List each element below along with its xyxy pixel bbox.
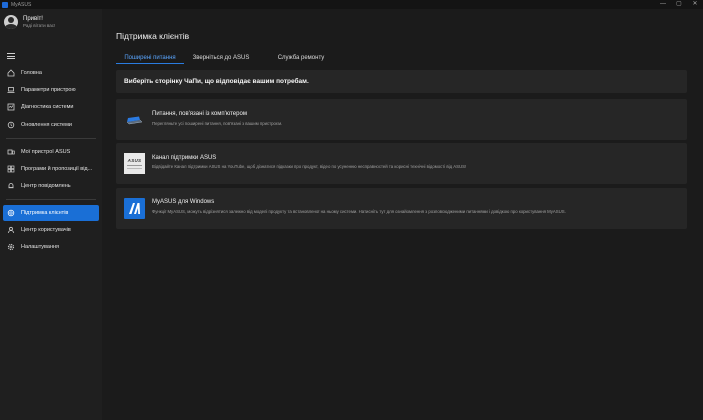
user-profile[interactable]: Привіт! Раді вітати вас! <box>4 15 55 29</box>
myasus-thumbnail-icon <box>124 198 145 219</box>
card-description: Відвідайте Канал підтримки ASUS на YouTu… <box>152 164 467 169</box>
faq-card-youtube-channel[interactable]: ASUS Канал підтримки ASUS Відвідайте Кан… <box>116 143 687 184</box>
title-bar: MyASUS — ▢ ✕ <box>0 0 703 9</box>
sidebar-item-customer-support[interactable]: Підтримка клієнтів <box>3 205 99 221</box>
sidebar-item-home[interactable]: Головна <box>3 65 99 81</box>
maximize-button[interactable]: ▢ <box>671 0 687 9</box>
greeting: Привіт! <box>23 16 43 22</box>
sidebar-item-label: Оновлення системи <box>21 122 72 128</box>
window-controls: — ▢ ✕ <box>655 0 703 9</box>
tab-faq[interactable]: Поширені питання <box>116 54 184 66</box>
main-content: Підтримка клієнтів Поширені питання Звер… <box>102 9 703 420</box>
faq-banner: Виберіть сторінку ЧаПи, що відповідає ва… <box>116 70 687 93</box>
asus-thumbnail-label: ASUS <box>127 158 142 163</box>
sidebar-item-settings[interactable]: Налаштування <box>3 239 99 255</box>
sidebar-item-device-settings[interactable]: Параметри пристрою <box>3 82 99 98</box>
faq-card-myasus-windows[interactable]: MyASUS для Windows Функції MyASUS, можут… <box>116 188 687 229</box>
apps-icon <box>7 165 15 173</box>
app-name: MyASUS <box>11 1 32 8</box>
tab-bar: Поширені питання Зверніться до ASUS Служ… <box>116 54 344 66</box>
sidebar-item-label: Параметри пристрою <box>21 87 76 93</box>
laptop-icon <box>7 86 15 94</box>
card-title: MyASUS для Windows <box>152 199 215 205</box>
sidebar-divider <box>6 199 96 200</box>
sidebar-divider <box>6 138 96 139</box>
minimize-button[interactable]: — <box>655 0 671 9</box>
sidebar: Привіт! Раді вітати вас! Головна Парамет… <box>0 9 102 420</box>
page-title: Підтримка клієнтів <box>116 31 190 41</box>
close-button[interactable]: ✕ <box>687 0 703 9</box>
support-icon <box>7 209 15 217</box>
home-icon <box>7 69 15 77</box>
asus-support-thumbnail-icon: ASUS <box>124 153 145 174</box>
greeting-subtitle: Раді вітати вас! <box>23 23 56 28</box>
laptop-thumbnail-icon <box>124 109 145 130</box>
hamburger-menu-icon[interactable] <box>7 53 15 61</box>
devices-icon <box>7 148 15 156</box>
sidebar-item-system-update[interactable]: Оновлення системи <box>3 117 99 133</box>
sidebar-item-label: Головна <box>21 70 42 76</box>
card-title: Канал підтримки ASUS <box>152 155 217 161</box>
gear-icon <box>7 243 15 251</box>
sidebar-item-notifications[interactable]: Центр повідомлень <box>3 178 99 194</box>
sidebar-item-label: Діагностика системи <box>21 104 74 110</box>
sidebar-item-my-devices[interactable]: Мої пристрої ASUS <box>3 144 99 160</box>
bell-icon <box>7 182 15 190</box>
tab-contact-asus[interactable]: Зверніться до ASUS <box>184 54 258 66</box>
profile-text: Привіт! Раді вітати вас! <box>23 16 55 28</box>
sidebar-item-label: Центр користувачів <box>21 227 71 233</box>
card-description: Функції MyASUS, можуть відрізнятися зале… <box>152 209 566 214</box>
banner-text: Виберіть сторінку ЧаПи, що відповідає ва… <box>124 78 309 85</box>
sidebar-item-label: Центр повідомлень <box>21 183 71 189</box>
sidebar-item-user-center[interactable]: Центр користувачів <box>3 222 99 238</box>
user-icon <box>7 226 15 234</box>
avatar[interactable] <box>4 15 18 29</box>
sidebar-item-apps-offers[interactable]: Програми й пропозиції від... <box>3 161 99 177</box>
diagnostics-icon <box>7 103 15 111</box>
sidebar-item-label: Налаштування <box>21 244 60 250</box>
card-title: Питання, пов'язані із комп'ютером <box>152 111 247 117</box>
sidebar-item-label: Підтримка клієнтів <box>21 210 69 216</box>
sidebar-item-label: Мої пристрої ASUS <box>21 149 71 155</box>
card-description: Перегляньте усі поширені питання, пов'яз… <box>152 121 283 126</box>
refresh-icon <box>7 121 15 129</box>
sidebar-item-diagnostics[interactable]: Діагностика системи <box>3 99 99 115</box>
sidebar-item-label: Програми й пропозиції від... <box>21 166 93 172</box>
faq-card-computer[interactable]: Питання, пов'язані із комп'ютером Перегл… <box>116 99 687 140</box>
myasus-logo-icon <box>2 1 8 8</box>
tab-repair-service[interactable]: Служба ремонту <box>258 54 344 66</box>
